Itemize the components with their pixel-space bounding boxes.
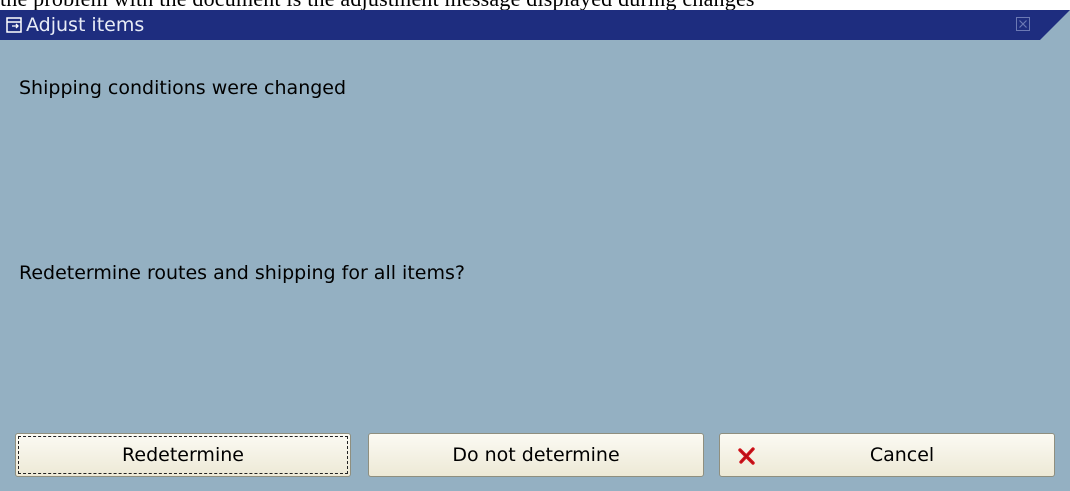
redetermine-button-label: Redetermine — [122, 444, 244, 466]
background-page-text: the problem with the document is the adj… — [0, 0, 1070, 10]
cancel-button[interactable]: Cancel — [719, 433, 1055, 477]
adjust-items-dialog: Adjust items Shipping conditions were ch… — [0, 10, 1070, 491]
close-icon[interactable] — [1016, 17, 1030, 31]
message-shipping-changed: Shipping conditions were changed — [19, 77, 347, 99]
redetermine-button[interactable]: Redetermine — [15, 433, 351, 477]
red-x-icon — [738, 447, 755, 465]
do-not-determine-button-label: Do not determine — [452, 444, 620, 466]
background-page-text-line: the problem with the document is the adj… — [0, 0, 755, 10]
do-not-determine-button[interactable]: Do not determine — [368, 433, 704, 477]
window-icon — [6, 17, 22, 33]
titlebar-corner — [1040, 10, 1070, 40]
dialog-title: Adjust items — [26, 14, 145, 36]
message-redetermine-question: Redetermine routes and shipping for all … — [19, 262, 465, 284]
dialog-titlebar[interactable]: Adjust items — [0, 10, 1070, 40]
cancel-button-label: Cancel — [869, 444, 935, 466]
